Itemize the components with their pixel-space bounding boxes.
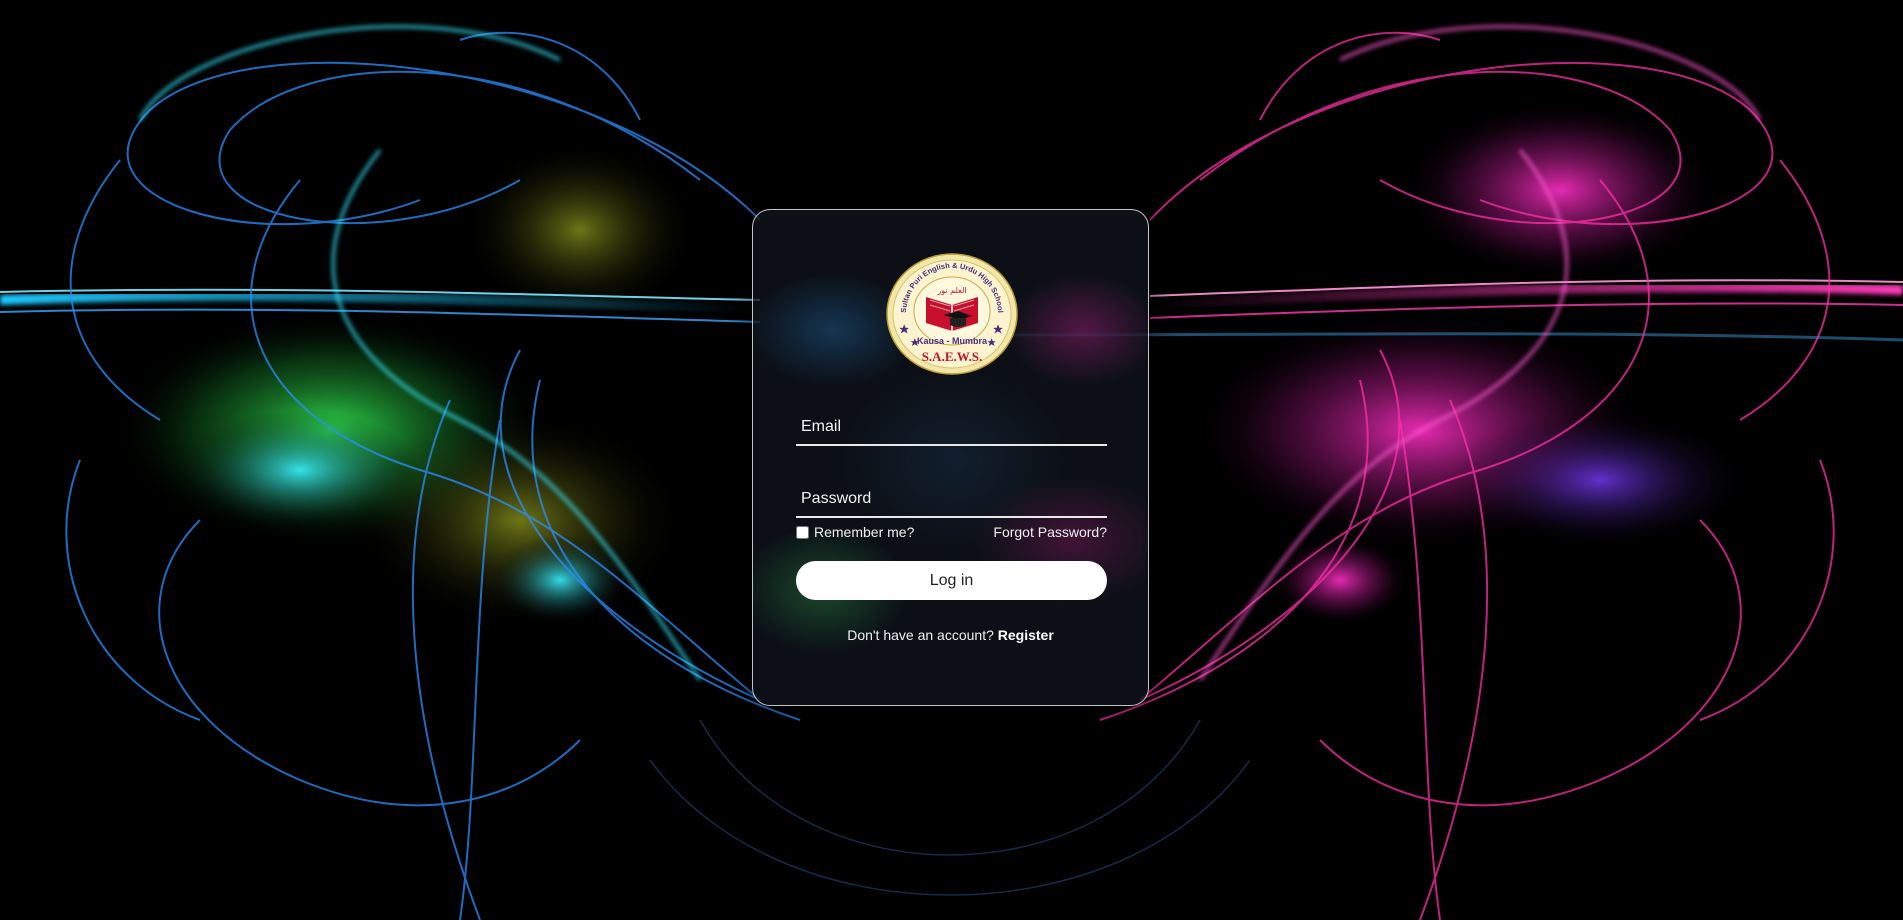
login-button[interactable]: Log in <box>796 561 1107 600</box>
email-input[interactable] <box>796 404 1107 444</box>
register-link[interactable]: Register <box>998 627 1054 643</box>
password-input[interactable] <box>796 476 1107 516</box>
remember-me-text: Remember me? <box>814 524 915 540</box>
password-field <box>796 476 1107 518</box>
remember-me-checkbox[interactable] <box>796 525 809 539</box>
login-card: Sultan Puri English & Urdu High School ا… <box>752 209 1149 706</box>
login-page: Sultan Puri English & Urdu High School ا… <box>0 0 1903 920</box>
forgot-password-link[interactable]: Forgot Password? <box>993 524 1107 540</box>
school-logo: Sultan Puri English & Urdu High School ا… <box>886 253 1018 375</box>
logo-arabic-text: العلم نور <box>936 286 966 295</box>
logo-org-text: S.A.E.W.S. <box>922 349 983 364</box>
remember-row: Remember me? Forgot Password? <box>796 524 1107 542</box>
no-account-text: Don't have an account? <box>847 627 998 643</box>
register-row: Don't have an account? Register <box>753 627 1148 643</box>
logo-place-text: Kausa - Mumbra <box>917 336 988 346</box>
email-field <box>796 404 1107 446</box>
remember-me-label[interactable]: Remember me? <box>796 524 914 540</box>
